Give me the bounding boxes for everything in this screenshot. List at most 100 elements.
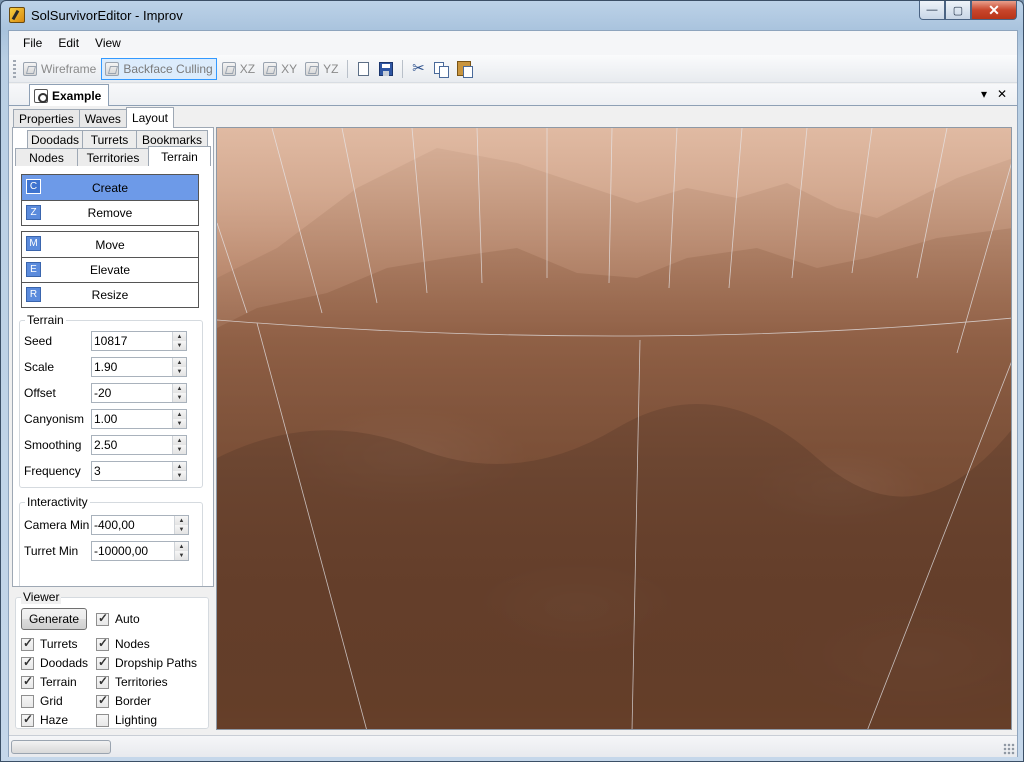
resize-label: Resize: [91, 288, 129, 302]
spin-up-icon[interactable]: ▲: [173, 358, 186, 367]
spin-down-icon[interactable]: ▼: [173, 393, 186, 402]
spin-down-icon[interactable]: ▼: [173, 341, 186, 350]
spin-up-icon[interactable]: ▲: [175, 542, 188, 551]
nodes-label: Nodes: [115, 637, 150, 651]
scale-label: Scale: [24, 360, 55, 374]
frequency-stepper[interactable]: 3 ▲ ▼: [91, 461, 187, 481]
spin-down-icon[interactable]: ▼: [175, 551, 188, 560]
generate-button[interactable]: Generate: [21, 608, 87, 630]
tab-waves[interactable]: Waves: [78, 109, 127, 128]
interactivity-group-title: Interactivity: [25, 495, 90, 509]
terrain-label: Terrain: [40, 675, 77, 689]
turret-min-value: -10000,00: [94, 544, 149, 558]
scale-stepper[interactable]: 1.90 ▲ ▼: [91, 357, 187, 377]
copy-button[interactable]: [430, 58, 452, 80]
camera-min-stepper[interactable]: -400,00 ▲ ▼: [91, 515, 189, 535]
border-checkbox[interactable]: Border: [96, 693, 151, 709]
grid-checkbox[interactable]: Grid: [21, 693, 63, 709]
close-button[interactable]: ✕: [971, 1, 1017, 20]
maximize-button[interactable]: ▢: [945, 1, 971, 20]
spin-up-icon[interactable]: ▲: [173, 384, 186, 393]
lighting-checkbox[interactable]: Lighting: [96, 712, 157, 728]
dropship-paths-checkbox[interactable]: Dropship Paths: [96, 655, 197, 671]
close-document-icon[interactable]: ✕: [997, 87, 1007, 101]
spin-down-icon[interactable]: ▼: [173, 471, 186, 480]
spin-up-icon[interactable]: ▲: [173, 332, 186, 341]
spin-down-icon[interactable]: ▼: [173, 445, 186, 454]
turrets-checkbox[interactable]: Turrets: [21, 636, 78, 652]
remove-key-icon: Z: [26, 205, 41, 220]
wireframe-button[interactable]: Wireframe: [20, 58, 99, 80]
terrain-checkbox[interactable]: Terrain: [21, 674, 77, 690]
offset-stepper[interactable]: -20 ▲ ▼: [91, 383, 187, 403]
tool-group-secondary: M Move E Elevate R Resize: [21, 231, 199, 308]
title-bar[interactable]: SolSurvivorEditor - Improv — ▢ ✕: [1, 1, 1023, 29]
minimize-button[interactable]: —: [919, 1, 945, 20]
viewer-group-title: Viewer: [21, 590, 62, 604]
turret-min-stepper[interactable]: -10000,00 ▲ ▼: [91, 541, 189, 561]
menu-view[interactable]: View: [87, 36, 129, 50]
yz-button[interactable]: YZ: [302, 58, 341, 80]
layout-panel: Doodads Turrets Bookmarks Nodes Territor…: [12, 127, 214, 731]
doodads-checkbox[interactable]: Doodads: [21, 655, 88, 671]
document-tab-example[interactable]: Example: [29, 84, 109, 106]
spin-up-icon[interactable]: ▲: [173, 436, 186, 445]
spin-down-icon[interactable]: ▼: [175, 525, 188, 534]
resize-grip-icon[interactable]: [1003, 743, 1015, 755]
app-icon: [9, 7, 25, 23]
seed-stepper[interactable]: 10817 ▲ ▼: [91, 331, 187, 351]
border-label: Border: [115, 694, 152, 708]
dropship-paths-label: Dropship Paths: [115, 656, 198, 670]
turret-min-label: Turret Min: [24, 544, 79, 558]
copy-icon: [434, 61, 450, 78]
backface-culling-button[interactable]: Backface Culling: [101, 57, 217, 80]
menu-bar: File Edit View: [9, 31, 1017, 55]
backface-culling-icon: [105, 61, 120, 76]
tab-turrets[interactable]: Turrets: [82, 130, 137, 148]
paste-button[interactable]: [453, 58, 475, 80]
tool-group-primary: C Create Z Remove: [21, 174, 199, 226]
create-tool-button[interactable]: C Create: [22, 175, 198, 200]
haze-checkbox[interactable]: Haze: [21, 712, 68, 728]
auto-checkbox[interactable]: Auto: [96, 611, 140, 627]
move-tool-button[interactable]: M Move: [22, 232, 198, 257]
tab-terrain[interactable]: Terrain: [148, 146, 211, 166]
elevate-tool-button[interactable]: E Elevate: [22, 257, 198, 282]
smoothing-stepper[interactable]: 2.50 ▲ ▼: [91, 435, 187, 455]
cut-button[interactable]: ✂: [407, 58, 429, 80]
nodes-check-icon: [96, 636, 109, 651]
menu-file[interactable]: File: [15, 36, 50, 50]
tab-layout[interactable]: Layout: [125, 107, 174, 128]
spin-up-icon[interactable]: ▲: [173, 462, 186, 471]
remove-tool-button[interactable]: Z Remove: [22, 200, 198, 225]
territories-checkbox[interactable]: Territories: [96, 674, 168, 690]
haze-label: Haze: [40, 713, 69, 727]
tab-doodads[interactable]: Doodads: [27, 130, 83, 148]
spin-up-icon[interactable]: ▲: [175, 516, 188, 525]
terrain-scene: [217, 128, 1011, 729]
wireframe-icon: [23, 61, 37, 76]
spin-up-icon[interactable]: ▲: [173, 410, 186, 419]
frequency-label: Frequency: [24, 464, 81, 478]
terrain-3d-viewport[interactable]: [216, 127, 1012, 730]
panel-tab-strip: Properties Waves Layout: [13, 107, 174, 128]
toolbar-grip[interactable]: [13, 59, 16, 78]
xy-button[interactable]: XY: [260, 58, 300, 80]
new-file-button[interactable]: [352, 58, 374, 80]
menu-edit[interactable]: Edit: [50, 36, 87, 50]
status-bar: [9, 735, 1017, 757]
haze-layer: [217, 128, 1011, 729]
resize-tool-button[interactable]: R Resize: [22, 282, 198, 307]
tab-territories[interactable]: Territories: [77, 148, 149, 166]
tab-nodes[interactable]: Nodes: [15, 148, 78, 166]
border-check-icon: [96, 693, 109, 708]
spin-down-icon[interactable]: ▼: [173, 419, 186, 428]
xz-button[interactable]: XZ: [219, 58, 258, 80]
spin-down-icon[interactable]: ▼: [173, 367, 186, 376]
tab-list-dropdown-icon[interactable]: ▾: [981, 87, 987, 101]
tab-properties[interactable]: Properties: [13, 109, 80, 128]
nodes-checkbox[interactable]: Nodes: [96, 636, 150, 652]
backface-culling-label: Backface Culling: [123, 61, 213, 76]
save-button[interactable]: [375, 58, 397, 80]
canyonism-stepper[interactable]: 1.00 ▲ ▼: [91, 409, 187, 429]
